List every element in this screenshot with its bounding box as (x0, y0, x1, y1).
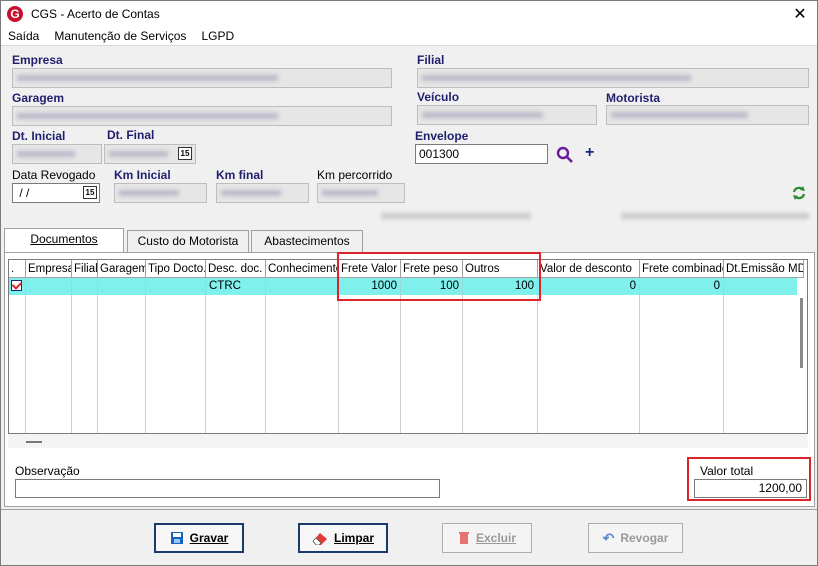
filial-field[interactable] (417, 68, 809, 88)
dt-final-label: Dt. Final (107, 128, 155, 142)
close-icon[interactable]: ✕ (791, 4, 809, 24)
col-garagem[interactable]: Garagem (98, 260, 146, 278)
gravar-button[interactable]: Gravar (154, 523, 244, 553)
tab-custo-motorista[interactable]: Custo do Motorista (127, 230, 249, 252)
main-window: G CGS - Acerto de Contas ✕ Saída Manuten… (0, 0, 818, 566)
grid-vertical-scrollbar[interactable] (797, 278, 807, 433)
menu-bar: Saída Manutenção de Serviços LGPD (1, 27, 817, 46)
filial-info-blurred (621, 213, 809, 219)
km-inicial-label: Km Inicial (114, 168, 171, 182)
row-select-cell[interactable] (9, 278, 26, 295)
plus-icon[interactable]: + (585, 144, 594, 162)
filial-label: Filial (417, 53, 445, 67)
title-bar: G CGS - Acerto de Contas ✕ (1, 1, 817, 27)
menu-saida[interactable]: Saída (8, 29, 39, 43)
menu-lgpd[interactable]: LGPD (201, 29, 234, 43)
col-valor-desconto[interactable]: Valor de desconto (538, 260, 640, 278)
revogar-button[interactable]: ↶ Revogar (588, 523, 683, 553)
col-conhecimento[interactable]: Conhecimento (266, 260, 339, 278)
footer-divider (1, 509, 817, 510)
km-percorrido-field (317, 183, 405, 203)
dt-final-calendar-icon[interactable]: 15 (178, 147, 192, 160)
cell-frete-combinado: 0 (640, 278, 724, 295)
undo-icon: ↶ (602, 530, 615, 546)
cell-tipo-docto (146, 278, 206, 295)
gravar-label: Gravar (189, 531, 229, 545)
cell-conhecimento (266, 278, 339, 295)
save-icon (170, 532, 183, 544)
garagem-field[interactable] (12, 106, 392, 126)
cell-dt-emissao (724, 278, 804, 295)
cell-filial (72, 278, 98, 295)
tab-abastecimentos[interactable]: Abastecimentos (251, 230, 363, 252)
envelope-field[interactable] (415, 144, 548, 164)
data-revogado-calendar-icon[interactable]: 15 (83, 186, 97, 199)
cell-empresa (26, 278, 72, 295)
valor-total-field: 1200,00 (694, 479, 807, 498)
cell-desc-doc: CTRC (206, 278, 266, 295)
col-filial[interactable]: Filial (72, 260, 98, 278)
grid-body (9, 295, 724, 433)
empresa-field[interactable] (12, 68, 392, 88)
excluir-label: Excluir (475, 531, 517, 545)
frete-highlight-box (337, 252, 541, 301)
km-percorrido-label: Km percorrido (317, 168, 393, 182)
revogar-label: Revogar (620, 531, 669, 545)
envelope-input[interactable] (416, 145, 547, 163)
row-checkbox[interactable] (11, 280, 22, 291)
observacao-field[interactable] (15, 479, 440, 498)
trash-icon (458, 532, 469, 544)
status-info-blurred (381, 213, 531, 219)
km-final-field[interactable] (216, 183, 309, 203)
limpar-label: Limpar (333, 531, 374, 545)
observacao-label: Observação (15, 464, 80, 478)
garagem-label: Garagem (12, 91, 65, 105)
eraser-icon (312, 533, 327, 545)
veiculo-label: Veículo (417, 90, 460, 104)
motorista-label: Motorista (606, 91, 660, 105)
col-dt-emissao[interactable]: Dt.Emissão MD (724, 260, 804, 278)
col-select[interactable]: . (9, 260, 26, 278)
menu-manutencao[interactable]: Manutenção de Serviços (54, 29, 186, 43)
refresh-icon[interactable] (791, 185, 807, 201)
excluir-button[interactable]: Excluir (442, 523, 532, 553)
km-final-label: Km final (216, 168, 264, 182)
search-icon[interactable] (556, 146, 574, 164)
window-title: CGS - Acerto de Contas (31, 7, 160, 21)
app-logo-icon: G (7, 6, 23, 22)
col-desc-doc[interactable]: Desc. doc. (206, 260, 266, 278)
cell-garagem (98, 278, 146, 295)
tab-documentos[interactable]: Documentos (4, 228, 124, 252)
empresa-label: Empresa (12, 53, 63, 67)
grid-horizontal-scrollbar[interactable] (8, 434, 808, 448)
cell-valor-desconto: 0 (538, 278, 640, 295)
col-frete-combinado[interactable]: Frete combinado (640, 260, 724, 278)
data-revogado-label: Data Revogado (12, 168, 96, 182)
dt-inicial-field[interactable] (12, 144, 102, 164)
dt-inicial-label: Dt. Inicial (12, 129, 66, 143)
col-tipo-docto[interactable]: Tipo Docto. (146, 260, 206, 278)
limpar-button[interactable]: Limpar (298, 523, 388, 553)
km-inicial-field[interactable] (114, 183, 207, 203)
motorista-field[interactable] (606, 105, 809, 125)
col-empresa[interactable]: Empresa (26, 260, 72, 278)
envelope-label: Envelope (415, 129, 469, 143)
veiculo-field[interactable] (417, 105, 597, 125)
